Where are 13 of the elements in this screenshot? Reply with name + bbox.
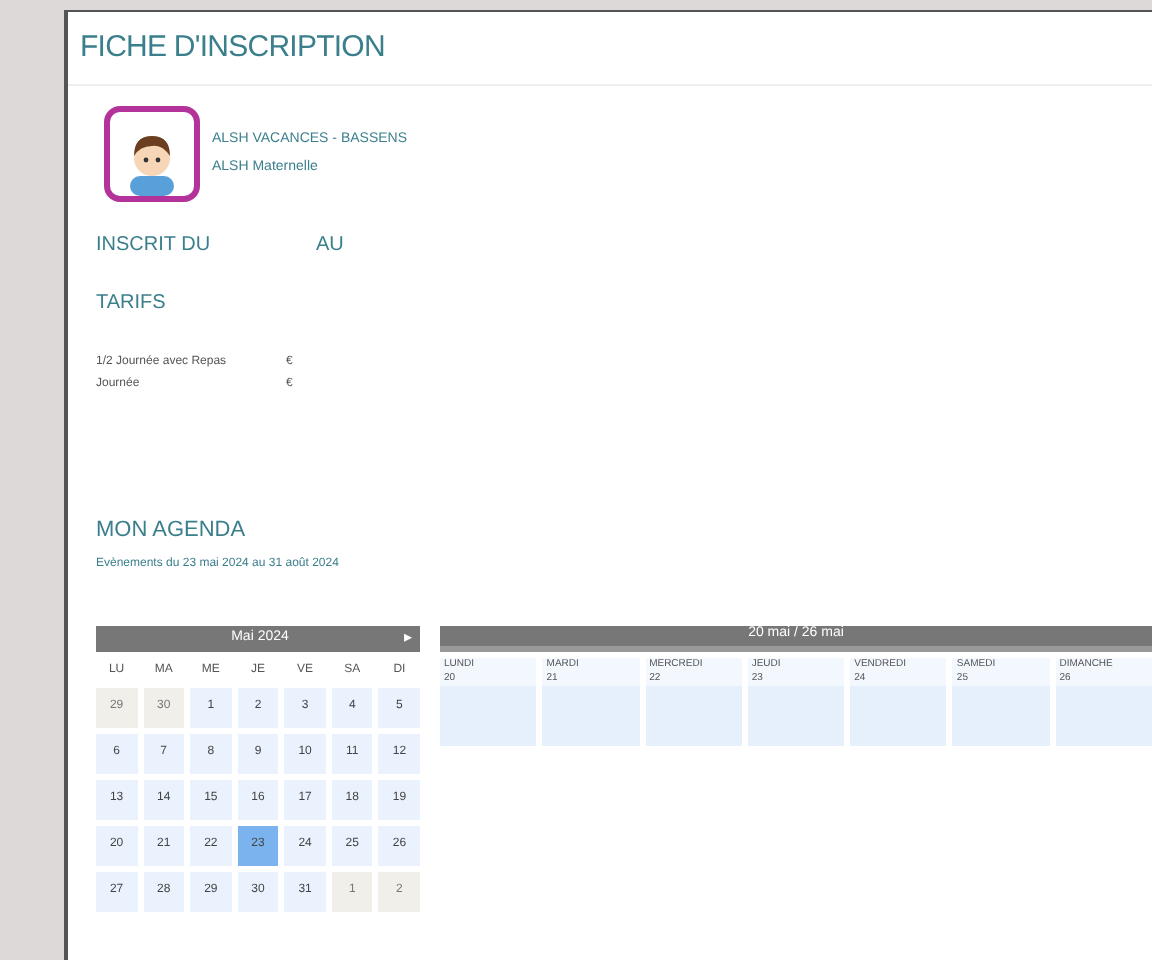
day-slot[interactable]	[1055, 685, 1152, 745]
registered-from-label: INSCRIT DU	[96, 232, 213, 260]
day-slot[interactable]	[645, 685, 742, 745]
tarifs-heading: TARIFS	[96, 290, 168, 318]
day-slot[interactable]	[440, 685, 537, 745]
registered-to-label: AU	[316, 232, 344, 260]
day-slot[interactable]	[542, 685, 640, 745]
day-slot[interactable]	[850, 685, 947, 745]
day-slot[interactable]	[952, 685, 1050, 745]
day-slot[interactable]	[747, 685, 845, 745]
page-title: FICHE D'INSCRIPTION	[80, 30, 385, 64]
agenda-heading: MON AGENDA	[96, 516, 248, 546]
next-month-button[interactable]: ▸	[403, 630, 412, 646]
